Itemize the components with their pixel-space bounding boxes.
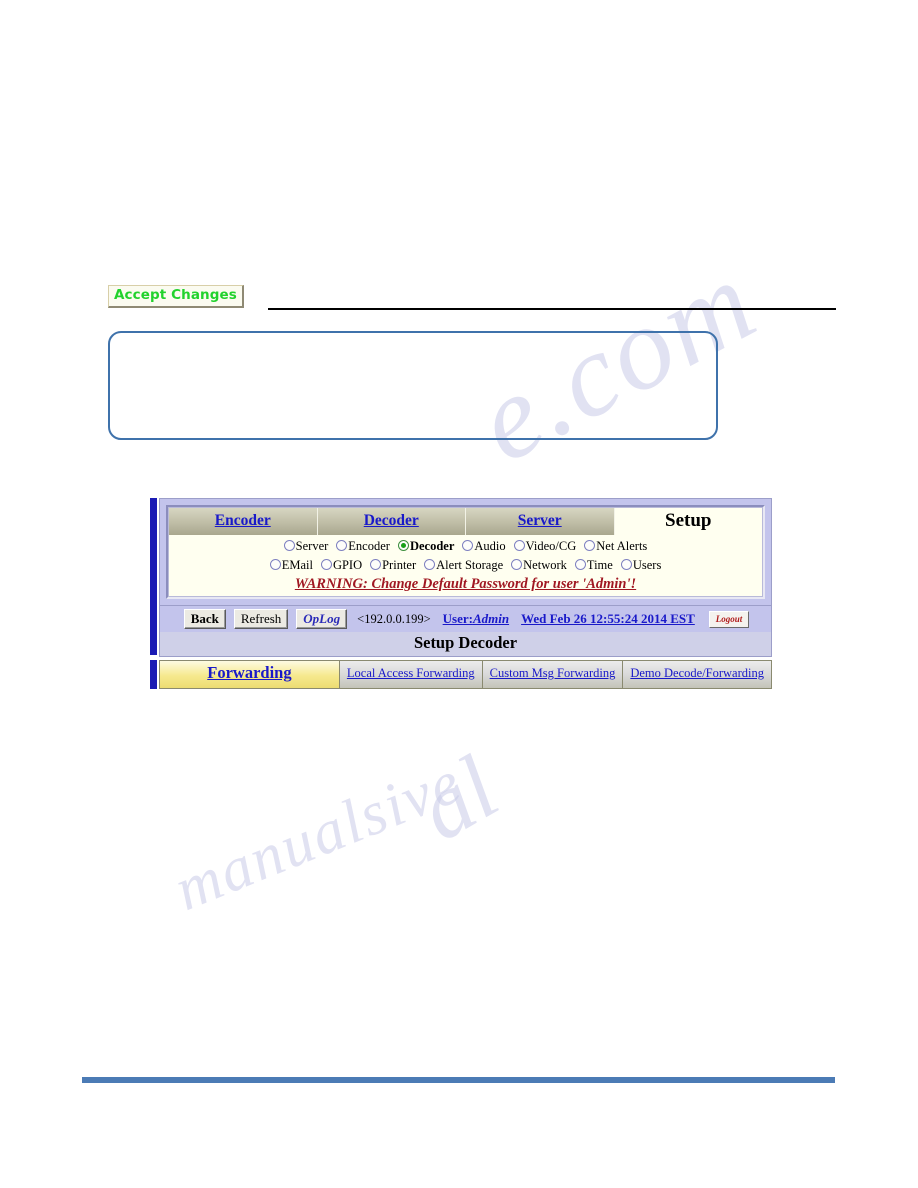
radio-button-icon[interactable] xyxy=(513,539,525,551)
datetime-link[interactable]: Wed Feb 26 12:55:24 2014 EST xyxy=(521,611,695,626)
radio-email[interactable]: EMail xyxy=(269,557,313,574)
secondary-tab-forwarding[interactable]: Forwarding xyxy=(160,661,340,688)
password-warning-text: WARNING: Change Default Password for use… xyxy=(294,576,637,593)
radio-button-icon[interactable] xyxy=(336,539,348,551)
radio-label: Net Alerts xyxy=(596,538,648,553)
nav-card: Encoder Decoder Server Setup Server Encoder D… xyxy=(166,505,765,600)
radio-gpio[interactable]: GPIO xyxy=(320,557,363,574)
primary-tab-server[interactable]: Server xyxy=(466,508,615,535)
radio-audio[interactable]: Audio xyxy=(462,538,506,555)
radio-video-cg[interactable]: Video/CG xyxy=(513,538,577,555)
primary-tab-bar: Encoder Decoder Server Setup xyxy=(169,508,762,535)
radio-label: EMail xyxy=(281,558,313,573)
radio-button-icon[interactable] xyxy=(462,539,474,551)
primary-tab-decoder[interactable]: Decoder xyxy=(317,508,466,535)
section-radio-group: Server Encoder Decoder Audio Video/CG Net Ale… xyxy=(169,535,762,574)
radio-label: Decoder xyxy=(409,538,455,553)
watermark-text-c: al xyxy=(401,735,514,861)
secondary-tab-bar-wrap: Forwarding Local Access Forwarding Custom … xyxy=(150,658,772,689)
warning-row: WARNING: Change Default Password for use… xyxy=(169,574,762,596)
radio-network[interactable]: Network xyxy=(511,557,567,574)
radio-label: Alert Storage xyxy=(436,558,504,573)
secondary-tab-label: Local Access Forwarding xyxy=(346,666,475,680)
status-toolbar: Back Refresh OpLog <192.0.0.199> User:Ad… xyxy=(159,606,772,633)
primary-tab-setup[interactable]: Setup xyxy=(614,508,762,535)
radio-users[interactable]: Users xyxy=(620,557,662,574)
page-title-strip: Setup Decoder xyxy=(159,632,772,658)
back-button[interactable]: Back xyxy=(183,609,226,630)
radio-decoder[interactable]: Decoder xyxy=(397,538,455,555)
user-prefix: User: xyxy=(442,611,473,627)
radio-alert-storage[interactable]: Alert Storage xyxy=(424,557,503,574)
radio-button-icon[interactable] xyxy=(424,559,436,571)
radio-label: Time xyxy=(586,558,613,573)
radio-label: Video/CG xyxy=(525,538,577,553)
radio-button-icon[interactable] xyxy=(584,539,596,551)
radio-label: Users xyxy=(632,558,662,573)
radio-label: Server xyxy=(295,538,329,553)
callout-box xyxy=(108,331,718,440)
radio-label: GPIO xyxy=(332,558,363,573)
secondary-tab-local-access-forwarding[interactable]: Local Access Forwarding xyxy=(339,661,483,688)
radio-button-icon[interactable] xyxy=(511,559,523,571)
radio-row-1: Server Encoder Decoder Audio Video/CG Net Ale… xyxy=(169,535,762,555)
secondary-tab-label: Forwarding xyxy=(207,663,292,682)
ip-address-text: <192.0.0.199> xyxy=(357,611,431,626)
radio-button-icon[interactable] xyxy=(283,539,295,551)
user-link[interactable]: User:Admin xyxy=(443,611,509,626)
primary-tab-label: Server xyxy=(517,512,562,529)
radio-label: Network xyxy=(523,558,567,573)
accept-changes-container: Accept Changes xyxy=(108,285,244,308)
logout-button[interactable]: Logout xyxy=(708,610,750,628)
radio-button-icon[interactable] xyxy=(320,559,332,571)
radio-row-2: EMail GPIO Printer Alert Storage Network Time… xyxy=(169,555,762,575)
secondary-tab-demo-decode-forwarding[interactable]: Demo Decode/Forwarding xyxy=(623,661,771,688)
primary-tab-label: Setup xyxy=(665,510,712,531)
nav-frame: Encoder Decoder Server Setup Server Encoder D… xyxy=(159,498,772,607)
radio-server[interactable]: Server xyxy=(283,538,329,555)
page-title: Setup Decoder xyxy=(413,633,518,653)
footer-accent-bar xyxy=(82,1077,835,1083)
primary-tab-encoder[interactable]: Encoder xyxy=(169,508,318,535)
horizontal-rule xyxy=(268,308,836,310)
radio-button-icon[interactable] xyxy=(574,559,586,571)
radio-button-icon[interactable] xyxy=(620,559,632,571)
radio-encoder[interactable]: Encoder xyxy=(336,538,390,555)
accept-changes-button[interactable]: Accept Changes xyxy=(108,285,244,308)
panel-left-accent-bar xyxy=(150,498,159,655)
refresh-button[interactable]: Refresh xyxy=(233,609,289,630)
radio-button-icon[interactable] xyxy=(397,539,409,551)
secondary-tab-custom-msg-forwarding[interactable]: Custom Msg Forwarding xyxy=(482,661,624,688)
radio-button-icon[interactable] xyxy=(269,559,281,571)
radio-label: Audio xyxy=(474,538,506,553)
secondary-tab-bar: Forwarding Local Access Forwarding Custom … xyxy=(159,660,772,689)
user-name: Admin xyxy=(472,611,510,627)
primary-tab-label: Decoder xyxy=(363,512,419,529)
panel-body: Encoder Decoder Server Setup Server Encoder D… xyxy=(159,498,772,658)
radio-time[interactable]: Time xyxy=(574,557,613,574)
watermark-text-b: manualsive xyxy=(165,747,472,924)
radio-label: Encoder xyxy=(348,538,390,553)
nav-card-inner: Encoder Decoder Server Setup Server Encoder D… xyxy=(168,507,763,598)
secondary-tab-label: Custom Msg Forwarding xyxy=(489,666,616,680)
subtab-left-accent-bar xyxy=(150,660,159,689)
radio-label: Printer xyxy=(382,558,417,573)
secondary-tab-label: Demo Decode/Forwarding xyxy=(630,666,764,680)
oplog-button[interactable]: OpLog xyxy=(296,609,348,630)
radio-printer[interactable]: Printer xyxy=(370,557,416,574)
radio-net-alerts[interactable]: Net Alerts xyxy=(584,538,647,555)
radio-button-icon[interactable] xyxy=(370,559,382,571)
primary-tab-label: Encoder xyxy=(214,512,271,529)
